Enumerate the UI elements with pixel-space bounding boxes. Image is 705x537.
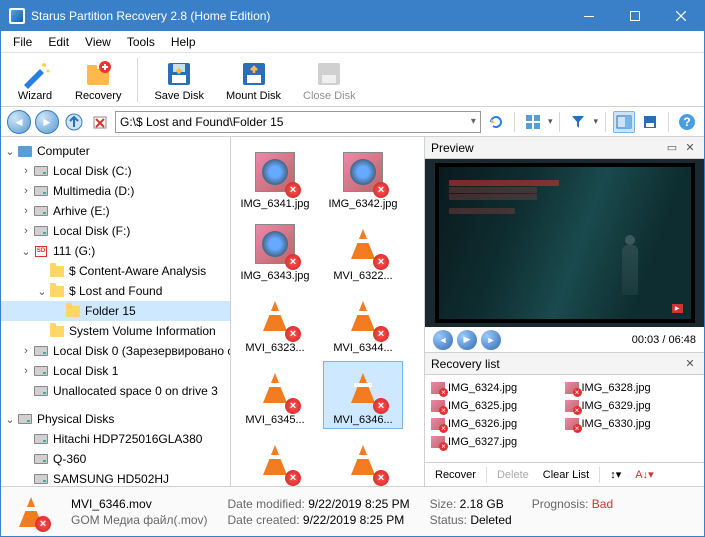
- mount-disk-icon: [238, 58, 270, 90]
- status-filename: MVI_6346.mov: [71, 497, 208, 511]
- next-button[interactable]: ►: [481, 330, 501, 350]
- tree-multimedia[interactable]: ›Multimedia (D:): [1, 181, 230, 201]
- file-thumb[interactable]: ×MVI_6345...: [235, 361, 315, 429]
- preview-time: 00:03 / 06:48: [632, 334, 696, 346]
- recovery-list[interactable]: IMG_6324.jpgIMG_6328.jpgIMG_6325.jpgIMG_…: [425, 375, 704, 462]
- file-thumb[interactable]: ×MVI_6348...: [323, 433, 403, 486]
- preview-detach-button[interactable]: ▭: [664, 140, 680, 156]
- preview-close-button[interactable]: ✕: [682, 140, 698, 156]
- window-title: Starus Partition Recovery 2.8 (Home Edit…: [31, 9, 566, 23]
- filter-button[interactable]: [567, 111, 589, 133]
- tree-q360[interactable]: Q-360: [1, 449, 230, 469]
- titlebar: Starus Partition Recovery 2.8 (Home Edit…: [1, 1, 704, 31]
- tree-physical[interactable]: ⌄Physical Disks: [1, 409, 230, 429]
- status-file-icon: ×: [11, 492, 51, 532]
- delete-path-button[interactable]: [89, 111, 111, 133]
- file-thumb[interactable]: ×IMG_6343.jpg: [235, 217, 315, 285]
- tree-samsung[interactable]: SAMSUNG HD502HJ: [1, 469, 230, 486]
- save-disk-icon: [163, 58, 195, 90]
- toolbar: Wizard Recovery Save Disk Mount Disk Clo…: [1, 53, 704, 107]
- right-panels: Preview ▭ ✕ ▶ ◄ ▶ ► 00:03 / 06:48: [424, 137, 704, 486]
- save-disk-button[interactable]: Save Disk: [144, 56, 214, 104]
- tree-lost-found[interactable]: ⌄$ Lost and Found: [1, 281, 230, 301]
- help-button[interactable]: ?: [676, 111, 698, 133]
- maximize-button[interactable]: [612, 1, 658, 31]
- tree-local-0[interactable]: ›Local Disk 0 (Зарезервировано системой): [1, 341, 230, 361]
- recovery-list-item[interactable]: IMG_6324.jpg: [431, 379, 565, 397]
- address-field[interactable]: G:\$ Lost and Found\Folder 15: [115, 111, 481, 133]
- preview-image: ▶: [435, 163, 695, 323]
- tree-local-1[interactable]: ›Local Disk 1: [1, 361, 230, 381]
- svg-text:?: ?: [683, 115, 690, 129]
- recovery-icon: [82, 58, 114, 90]
- recovery-list-item[interactable]: IMG_6330.jpg: [565, 415, 699, 433]
- minimize-button[interactable]: [566, 1, 612, 31]
- wizard-button[interactable]: Wizard: [7, 56, 63, 104]
- recovery-button[interactable]: Recovery: [65, 56, 131, 104]
- tree-local-c[interactable]: ›Local Disk (C:): [1, 161, 230, 181]
- app-icon: [9, 8, 25, 24]
- close-disk-icon: [313, 58, 345, 90]
- preview-toggle-button[interactable]: [613, 111, 635, 133]
- file-thumb[interactable]: ×IMG_6341.jpg: [235, 145, 315, 213]
- recovery-list-item[interactable]: IMG_6326.jpg: [431, 415, 565, 433]
- file-thumb[interactable]: ×IMG_6342.jpg: [323, 145, 403, 213]
- save-button[interactable]: [639, 111, 661, 133]
- clear-list-button[interactable]: Clear List: [539, 467, 593, 483]
- sort-desc-button[interactable]: ↕▾: [606, 466, 625, 483]
- recovery-list-item[interactable]: IMG_6325.jpg: [431, 397, 565, 415]
- folder-tree[interactable]: ⌄Computer ›Local Disk (C:) ›Multimedia (…: [1, 137, 231, 486]
- refresh-button[interactable]: [485, 111, 507, 133]
- wizard-icon: [19, 58, 51, 90]
- mount-disk-button[interactable]: Mount Disk: [216, 56, 291, 104]
- tree-local-f[interactable]: ›Local Disk (F:): [1, 221, 230, 241]
- status-bar: × MVI_6346.mov GOM Медиа файл(.mov) Date…: [1, 486, 704, 536]
- recover-button[interactable]: Recover: [431, 467, 480, 483]
- menu-help[interactable]: Help: [163, 33, 204, 51]
- recovery-list-item[interactable]: IMG_6327.jpg: [431, 433, 565, 451]
- file-thumb[interactable]: ×MVI_6344...: [323, 289, 403, 357]
- prev-button[interactable]: ◄: [433, 330, 453, 350]
- preview-header: Preview ▭ ✕: [425, 137, 704, 159]
- menu-tools[interactable]: Tools: [119, 33, 163, 51]
- tree-computer[interactable]: ⌄Computer: [1, 141, 230, 161]
- recovery-list-close-button[interactable]: ✕: [682, 356, 698, 372]
- sort-alpha-button[interactable]: A↓▾: [631, 466, 657, 483]
- close-button[interactable]: [658, 1, 704, 31]
- preview-area: ▶: [425, 159, 704, 327]
- preview-controls: ◄ ▶ ► 00:03 / 06:48: [425, 327, 704, 353]
- main-area: ⌄Computer ›Local Disk (C:) ›Multimedia (…: [1, 137, 704, 486]
- toolbar-separator: [137, 58, 138, 102]
- status-filetype: GOM Медиа файл(.mov): [71, 513, 208, 527]
- view-large-icons-button[interactable]: [522, 111, 544, 133]
- recovery-list-item[interactable]: IMG_6329.jpg: [565, 397, 699, 415]
- menu-view[interactable]: View: [77, 33, 119, 51]
- delete-button[interactable]: Delete: [493, 467, 533, 483]
- back-button[interactable]: ◄: [7, 110, 31, 134]
- menu-edit[interactable]: Edit: [40, 33, 77, 51]
- file-thumb[interactable]: ×MVI_6322...: [323, 217, 403, 285]
- tree-content-aware[interactable]: $ Content-Aware Analysis: [1, 261, 230, 281]
- close-disk-button: Close Disk: [293, 56, 366, 104]
- file-thumbnails[interactable]: ×IMG_6341.jpg×IMG_6342.jpg×IMG_6343.jpg×…: [231, 137, 424, 486]
- recovery-list-toolbar: Recover Delete Clear List ↕▾ A↓▾: [425, 462, 704, 486]
- file-thumb[interactable]: ×MVI_6346...: [323, 361, 403, 429]
- up-button[interactable]: [63, 111, 85, 133]
- recovery-list-header: Recovery list ✕: [425, 353, 704, 375]
- file-thumb[interactable]: ×MVI_6347...: [235, 433, 315, 486]
- tree-folder-15[interactable]: Folder 15: [1, 301, 230, 321]
- tree-hitachi[interactable]: Hitachi HDP725016GLA380: [1, 429, 230, 449]
- menu-file[interactable]: File: [5, 33, 40, 51]
- recovery-list-item[interactable]: IMG_6328.jpg: [565, 379, 699, 397]
- tree-arhive[interactable]: ›Arhive (E:): [1, 201, 230, 221]
- play-button[interactable]: ▶: [457, 330, 477, 350]
- forward-button[interactable]: ►: [35, 110, 59, 134]
- address-bar: ◄ ► G:\$ Lost and Found\Folder 15 ▾ ▾ ?: [1, 107, 704, 137]
- tree-unallocated[interactable]: Unallocated space 0 on drive 3: [1, 381, 230, 401]
- tree-sys-vol[interactable]: System Volume Information: [1, 321, 230, 341]
- menubar: File Edit View Tools Help: [1, 31, 704, 53]
- file-thumb[interactable]: ×MVI_6323...: [235, 289, 315, 357]
- tree-111-g[interactable]: ⌄SD111 (G:): [1, 241, 230, 261]
